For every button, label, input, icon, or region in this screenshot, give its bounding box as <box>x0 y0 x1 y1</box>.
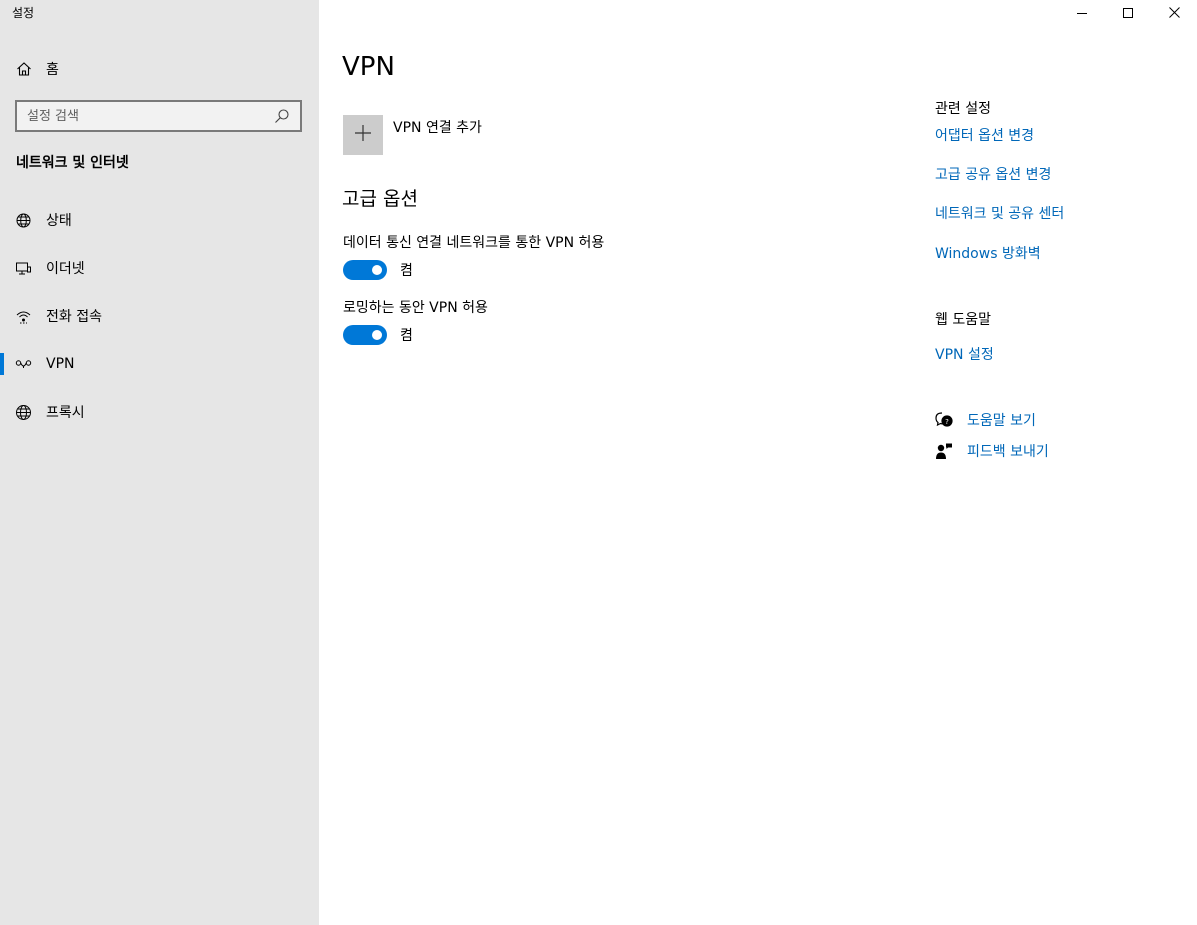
get-help-label: 도움말 보기 <box>967 413 1036 429</box>
maximize-icon <box>1123 3 1133 22</box>
vpn-icon <box>15 356 32 373</box>
search-input[interactable] <box>27 108 274 124</box>
sidebar-item-status[interactable]: 상태 <box>0 196 319 244</box>
search-box[interactable] <box>15 100 302 132</box>
adapter-options-link[interactable]: 어댑터 옵션 변경 <box>935 125 1034 145</box>
metered-vpn-toggle[interactable] <box>343 260 387 280</box>
plus-icon <box>354 124 372 146</box>
page-title: VPN <box>342 52 395 82</box>
feedback-person-icon <box>935 442 953 460</box>
network-sharing-center-link[interactable]: 네트워크 및 공유 센터 <box>935 203 1064 223</box>
ethernet-icon <box>15 260 32 277</box>
sidebar-item-proxy[interactable]: 프록시 <box>0 388 319 436</box>
app-title: 설정 <box>12 6 35 20</box>
feedback-link[interactable]: 피드백 보내기 <box>935 441 1049 461</box>
globe-status-icon <box>15 212 32 229</box>
sidebar-nav: 상태 이더넷 전화 접속 VPN 프록시 <box>0 196 319 436</box>
feedback-label: 피드백 보내기 <box>967 444 1049 460</box>
sidebar-item-label: 이더넷 <box>46 261 85 277</box>
windows-firewall-link[interactable]: Windows 방화벽 <box>935 243 1041 263</box>
add-vpn-button[interactable]: VPN 연결 추가 <box>343 115 482 155</box>
home-icon <box>16 61 32 77</box>
related-settings-heading: 관련 설정 <box>935 101 991 117</box>
globe-icon <box>15 404 32 421</box>
metered-vpn-label: 데이터 통신 연결 네트워크를 통한 VPN 허용 <box>343 235 605 251</box>
roaming-vpn-row: 켬 <box>343 325 413 345</box>
add-vpn-label[interactable]: VPN 연결 추가 <box>393 117 482 137</box>
chat-help-icon: ? <box>935 411 953 429</box>
sidebar: 설정 홈 네트워크 및 인터넷 상태 이더넷 전 <box>0 0 319 925</box>
section-title: 네트워크 및 인터넷 <box>16 155 129 171</box>
get-help-link[interactable]: ? 도움말 보기 <box>935 410 1036 430</box>
vpn-setup-link[interactable]: VPN 설정 <box>935 344 994 364</box>
window-controls <box>1059 0 1197 24</box>
toggle-knob <box>372 330 382 340</box>
minimize-icon <box>1077 3 1087 22</box>
toggle-knob <box>372 265 382 275</box>
roaming-vpn-label: 로밍하는 동안 VPN 허용 <box>343 300 488 316</box>
roaming-vpn-toggle[interactable] <box>343 325 387 345</box>
dialup-icon <box>15 308 32 325</box>
sidebar-item-label: 전화 접속 <box>46 309 102 325</box>
sidebar-item-dialup[interactable]: 전화 접속 <box>0 292 319 340</box>
close-button[interactable] <box>1151 0 1197 24</box>
metered-vpn-row: 켬 <box>343 260 413 280</box>
advanced-options-heading: 고급 옵션 <box>342 188 418 210</box>
maximize-button[interactable] <box>1105 0 1151 24</box>
minimize-button[interactable] <box>1059 0 1105 24</box>
svg-text:?: ? <box>945 418 949 426</box>
home-label: 홈 <box>46 62 59 78</box>
sharing-options-link[interactable]: 고급 공유 옵션 변경 <box>935 164 1051 184</box>
sidebar-item-ethernet[interactable]: 이더넷 <box>0 244 319 292</box>
web-help-heading: 웹 도움말 <box>935 312 991 328</box>
sidebar-item-label: 상태 <box>46 213 72 229</box>
sidebar-item-label: VPN <box>46 356 75 372</box>
search-icon[interactable] <box>274 108 290 124</box>
sidebar-item-label: 프록시 <box>46 405 85 421</box>
add-vpn-tile[interactable] <box>343 115 383 155</box>
metered-vpn-state: 켬 <box>400 263 413 279</box>
close-icon <box>1168 3 1180 22</box>
roaming-vpn-state: 켬 <box>400 328 413 344</box>
sidebar-item-vpn[interactable]: VPN <box>0 340 319 388</box>
home-button[interactable]: 홈 <box>16 58 59 80</box>
